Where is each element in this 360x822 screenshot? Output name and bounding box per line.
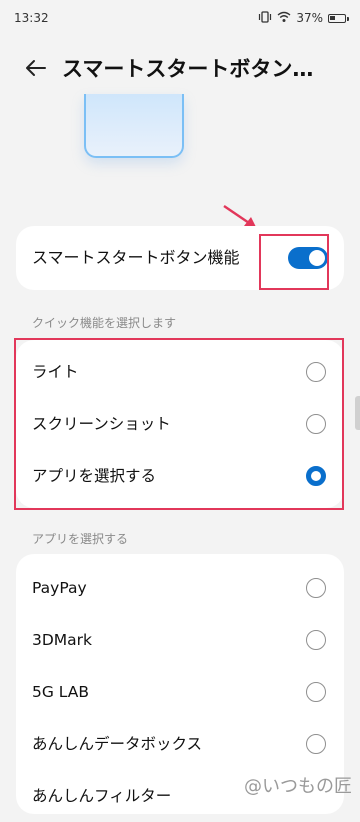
header: スマートスタートボタンの… (0, 44, 360, 92)
status-icons: 37% (258, 10, 349, 26)
annotation-box-toggle (259, 234, 329, 290)
app-label: あんしんデータボックス (32, 735, 203, 753)
list-item-app[interactable]: 3DMark (16, 614, 344, 666)
app-label: あんしんフィルター (32, 787, 172, 805)
battery-percent: 37% (296, 11, 323, 25)
radio-app[interactable] (306, 578, 326, 598)
phone-preview-illustration (84, 94, 184, 158)
radio-app[interactable] (306, 734, 326, 754)
annotation-box-options (14, 338, 344, 510)
vibrate-icon (258, 10, 272, 26)
list-item-app[interactable]: 5G LAB (16, 666, 344, 718)
battery-level (330, 15, 335, 20)
battery-icon (328, 13, 349, 23)
wifi-icon (277, 11, 291, 26)
app-label: PayPay (32, 579, 87, 597)
edge-panel-handle[interactable] (355, 396, 360, 430)
list-item-app[interactable]: あんしんデータボックス (16, 718, 344, 770)
section-label-quick-function: クイック機能を選択します (32, 316, 177, 330)
list-item-app[interactable]: PayPay (16, 562, 344, 614)
watermark: @いつもの匠 (244, 776, 352, 797)
radio-app[interactable] (306, 682, 326, 702)
radio-app[interactable] (306, 630, 326, 650)
arrow-left-icon[interactable] (16, 48, 56, 88)
status-time: 13:32 (14, 11, 49, 25)
section-label-app-select: アプリを選択する (32, 532, 129, 546)
app-label: 5G LAB (32, 683, 90, 701)
app-label: 3DMark (32, 631, 93, 649)
status-bar: 13:32 37% (0, 0, 360, 36)
page-title: スマートスタートボタンの… (62, 57, 332, 81)
toggle-label: スマートスタートボタン機能 (32, 248, 240, 267)
